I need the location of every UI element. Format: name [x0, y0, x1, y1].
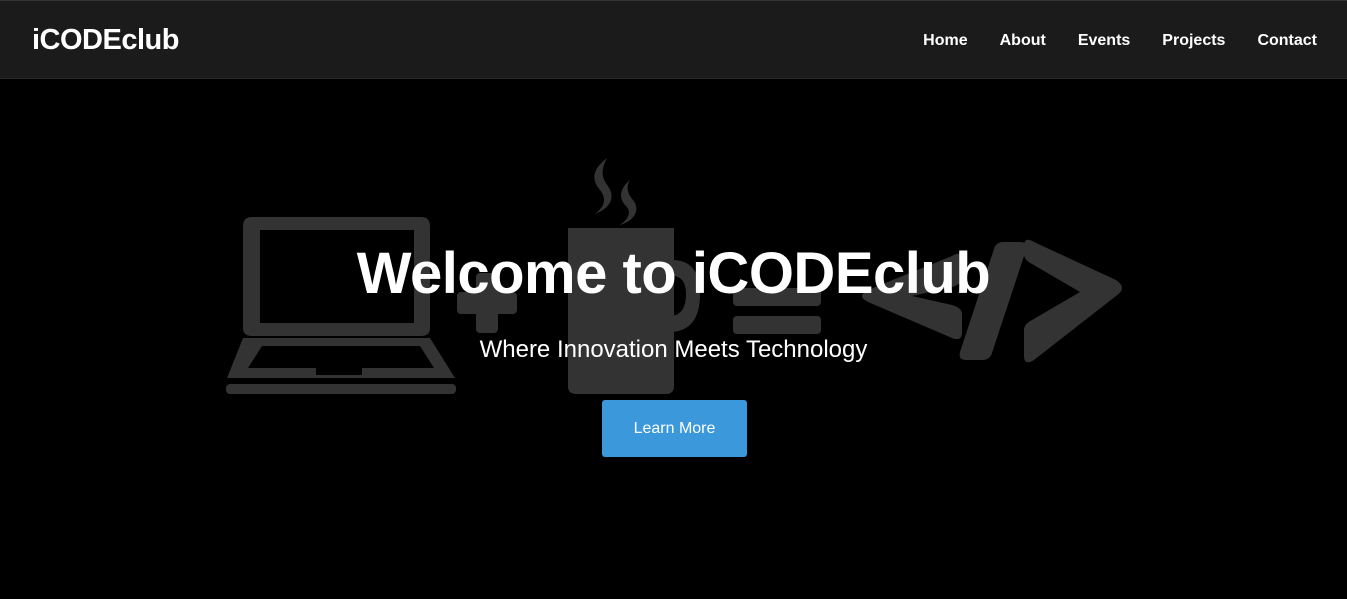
nav-link-projects[interactable]: Projects — [1162, 32, 1225, 50]
hero-section: Welcome to iCODEclub Where Innovation Me… — [0, 80, 1347, 599]
navbar: iCODEclub Home About Events Projects Con… — [0, 0, 1347, 79]
brand-logo[interactable]: iCODEclub — [32, 24, 179, 57]
hero-subtitle: Where Innovation Meets Technology — [479, 336, 868, 363]
hero-title: Welcome to iCODEclub — [356, 241, 991, 306]
nav-link-events[interactable]: Events — [1078, 32, 1130, 50]
learn-more-button[interactable]: Learn More — [602, 400, 747, 457]
nav-links: Home About Events Projects Contact — [923, 32, 1317, 50]
nav-link-about[interactable]: About — [1000, 32, 1046, 50]
nav-link-contact[interactable]: Contact — [1257, 32, 1317, 50]
nav-link-home[interactable]: Home — [923, 32, 967, 50]
